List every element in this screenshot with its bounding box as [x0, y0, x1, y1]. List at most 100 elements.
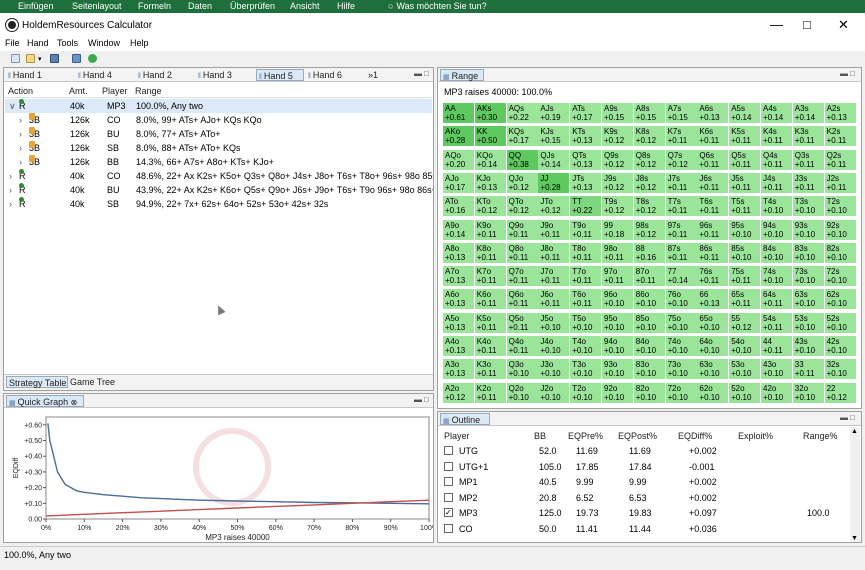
range-cell-T7o[interactable]: T7o +0.11 — [570, 266, 602, 287]
expand-icon[interactable]: › — [19, 155, 22, 169]
range-cell-JTo[interactable]: JTo +0.12 — [538, 196, 570, 217]
range-cell-T3o[interactable]: T3o +0.10 — [570, 359, 602, 380]
range-cell-74o[interactable]: 74o +0.10 — [665, 336, 697, 356]
range-cell-KJs[interactable]: KJs +0.15 — [538, 126, 570, 147]
outline-row[interactable]: MP1 40.5 9.99 9.99 +0.002 — [439, 475, 860, 489]
range-cell-Q6o[interactable]: Q6o +0.11 — [506, 289, 538, 310]
ribbon-tab[interactable]: Ansicht — [290, 1, 320, 11]
range-cell-QJo[interactable]: QJo +0.12 — [506, 172, 538, 193]
strategy-row[interactable]: › 3B 126k BU 8.0%, 77+ ATs+ ATo+ — [5, 127, 432, 141]
range-cell-Q5o[interactable]: Q5o +0.11 — [506, 312, 538, 333]
maximize-button[interactable]: □ — [803, 17, 811, 32]
range-cell-74s[interactable]: 74s +0.10 — [761, 266, 792, 287]
range-cell-T6s[interactable]: T6s +0.11 — [697, 196, 729, 217]
range-cell-ATo[interactable]: ATo +0.16 — [443, 196, 474, 217]
tab-range[interactable]: ▦ Range — [440, 69, 484, 81]
tab-hand-5[interactable]: ‖ Hand 5 — [256, 69, 304, 81]
tab-hand-2[interactable]: ‖ Hand 2 — [136, 69, 194, 81]
outline-row[interactable]: UTG 52.0 11.69 11.69 +0.002 — [439, 444, 860, 458]
panel-minimize-icon[interactable]: ▬ — [414, 69, 422, 78]
range-cell-52s[interactable]: 52s +0.10 — [824, 312, 856, 333]
strategy-row[interactable]: › R 40k BU 43.9%, 22+ Ax K2s+ K6o+ Q5s+ Q9o+… — [5, 183, 433, 197]
range-cell-AKs[interactable]: AKs +0.30 — [474, 103, 506, 123]
range-cell-99[interactable]: 99 +0.18 — [602, 219, 633, 240]
range-cell-54s[interactable]: 54s +0.11 — [761, 312, 792, 333]
range-cell-T5o[interactable]: T5o +0.10 — [570, 312, 602, 333]
range-cell-T9o[interactable]: T9o +0.11 — [570, 219, 602, 240]
range-cell-76o[interactable]: 76o +0.10 — [665, 289, 697, 310]
range-cell-A3s[interactable]: A3s +0.14 — [792, 103, 824, 123]
range-cell-63o[interactable]: 63o +0.10 — [697, 359, 729, 380]
range-cell-A2o[interactable]: A2o +0.12 — [443, 382, 474, 403]
range-cell-K3o[interactable]: K3o +0.11 — [474, 359, 506, 380]
range-cell-K5o[interactable]: K5o +0.11 — [474, 312, 506, 333]
range-cell-QJs[interactable]: QJs +0.14 — [538, 149, 570, 170]
range-cell-62o[interactable]: 62o +0.10 — [697, 382, 729, 403]
range-cell-32s[interactable]: 32s +0.10 — [824, 359, 856, 380]
dropdown-arrow-icon[interactable]: ▾ — [38, 55, 42, 63]
range-cell-87o[interactable]: 87o +0.11 — [633, 266, 665, 287]
range-cell-86s[interactable]: 86s +0.11 — [697, 242, 729, 263]
range-cell-84s[interactable]: 84s +0.10 — [761, 242, 792, 263]
range-cell-JJ[interactable]: JJ +0.28 — [538, 172, 570, 193]
range-cell-75s[interactable]: 75s +0.11 — [729, 266, 761, 287]
range-cell-97o[interactable]: 97o +0.11 — [602, 266, 633, 287]
range-cell-KQs[interactable]: KQs +0.17 — [506, 126, 538, 147]
range-cell-K2s[interactable]: K2s +0.11 — [824, 126, 856, 147]
range-cell-75o[interactable]: 75o +0.10 — [665, 312, 697, 333]
range-cell-A8s[interactable]: A8s +0.15 — [633, 103, 665, 123]
strategy-row[interactable]: › R 40k SB 94.9%, 22+ 7x+ 62s+ 64o+ 52s+ 53o… — [5, 197, 432, 211]
range-cell-J3s[interactable]: J3s +0.11 — [792, 172, 824, 193]
range-cell-T4s[interactable]: T4s +0.10 — [761, 196, 792, 217]
outline-scrollbar[interactable]: ▲ ▼ — [850, 428, 860, 542]
graph-maximize-icon[interactable]: □ — [424, 395, 429, 404]
range-cell-KTs[interactable]: KTs +0.13 — [570, 126, 602, 147]
range-cell-T8o[interactable]: T8o +0.11 — [570, 242, 602, 263]
range-cell-QQ[interactable]: QQ +0.38 — [506, 149, 538, 170]
range-cell-K8o[interactable]: K8o +0.11 — [474, 242, 506, 263]
range-cell-22[interactable]: 22 +0.12 — [824, 382, 856, 403]
open-icon[interactable] — [26, 54, 35, 63]
range-cell-98o[interactable]: 98o +0.11 — [602, 242, 633, 263]
range-cell-JTs[interactable]: JTs +0.13 — [570, 172, 602, 193]
ribbon-search[interactable]: ○ Was möchten Sie tun? — [388, 1, 487, 11]
range-cell-Q4o[interactable]: Q4o +0.11 — [506, 336, 538, 356]
range-cell-A5s[interactable]: A5s +0.14 — [729, 103, 761, 123]
export-icon[interactable] — [72, 54, 81, 63]
expand-icon[interactable]: › — [19, 113, 22, 127]
range-cell-T2o[interactable]: T2o +0.10 — [570, 382, 602, 403]
range-cell-T2s[interactable]: T2s +0.10 — [824, 196, 856, 217]
range-cell-T8s[interactable]: T8s +0.12 — [633, 196, 665, 217]
minimize-button[interactable]: — — [770, 17, 783, 32]
range-cell-83s[interactable]: 83s +0.10 — [792, 242, 824, 263]
outline-row[interactable]: ✓ MP3 125.0 19.73 19.83 +0.097 100.0 — [439, 506, 860, 520]
range-cell-Q2o[interactable]: Q2o +0.10 — [506, 382, 538, 403]
range-cell-82o[interactable]: 82o +0.10 — [633, 382, 665, 403]
range-cell-64s[interactable]: 64s +0.11 — [761, 289, 792, 310]
range-cell-Q7s[interactable]: Q7s +0.12 — [665, 149, 697, 170]
range-cell-Q4s[interactable]: Q4s +0.11 — [761, 149, 792, 170]
menu-tools[interactable]: Tools — [57, 38, 78, 48]
range-minimize-icon[interactable]: ▬ — [840, 69, 848, 78]
graph-minimize-icon[interactable]: ▬ — [414, 395, 422, 404]
range-cell-K7o[interactable]: K7o +0.11 — [474, 266, 506, 287]
range-cell-A9s[interactable]: A9s +0.15 — [602, 103, 633, 123]
range-cell-43s[interactable]: 43s +0.10 — [792, 336, 824, 356]
refresh-icon[interactable] — [88, 54, 97, 63]
range-cell-65o[interactable]: 65o +0.10 — [697, 312, 729, 333]
range-cell-43o[interactable]: 43o +0.10 — [761, 359, 792, 380]
range-cell-J5s[interactable]: J5s +0.11 — [729, 172, 761, 193]
range-cell-83o[interactable]: 83o +0.10 — [633, 359, 665, 380]
expand-icon[interactable]: › — [9, 169, 12, 183]
strategy-row[interactable]: › R 40k CO 48.6%, 22+ Ax K2s+ K5o+ Q3s+ Q8o+… — [5, 169, 433, 183]
range-cell-K9o[interactable]: K9o +0.11 — [474, 219, 506, 240]
outline-minimize-icon[interactable]: ▬ — [840, 413, 848, 422]
tab-game-tree[interactable]: Game Tree — [68, 376, 120, 388]
menu-help[interactable]: Help — [130, 38, 149, 48]
range-cell-QTo[interactable]: QTo +0.12 — [506, 196, 538, 217]
save-icon[interactable] — [50, 54, 59, 63]
range-cell-A5o[interactable]: A5o +0.13 — [443, 312, 474, 333]
range-cell-33[interactable]: 33 +0.11 — [792, 359, 824, 380]
scroll-down-icon[interactable]: ▼ — [851, 535, 858, 542]
range-cell-53s[interactable]: 53s +0.10 — [792, 312, 824, 333]
